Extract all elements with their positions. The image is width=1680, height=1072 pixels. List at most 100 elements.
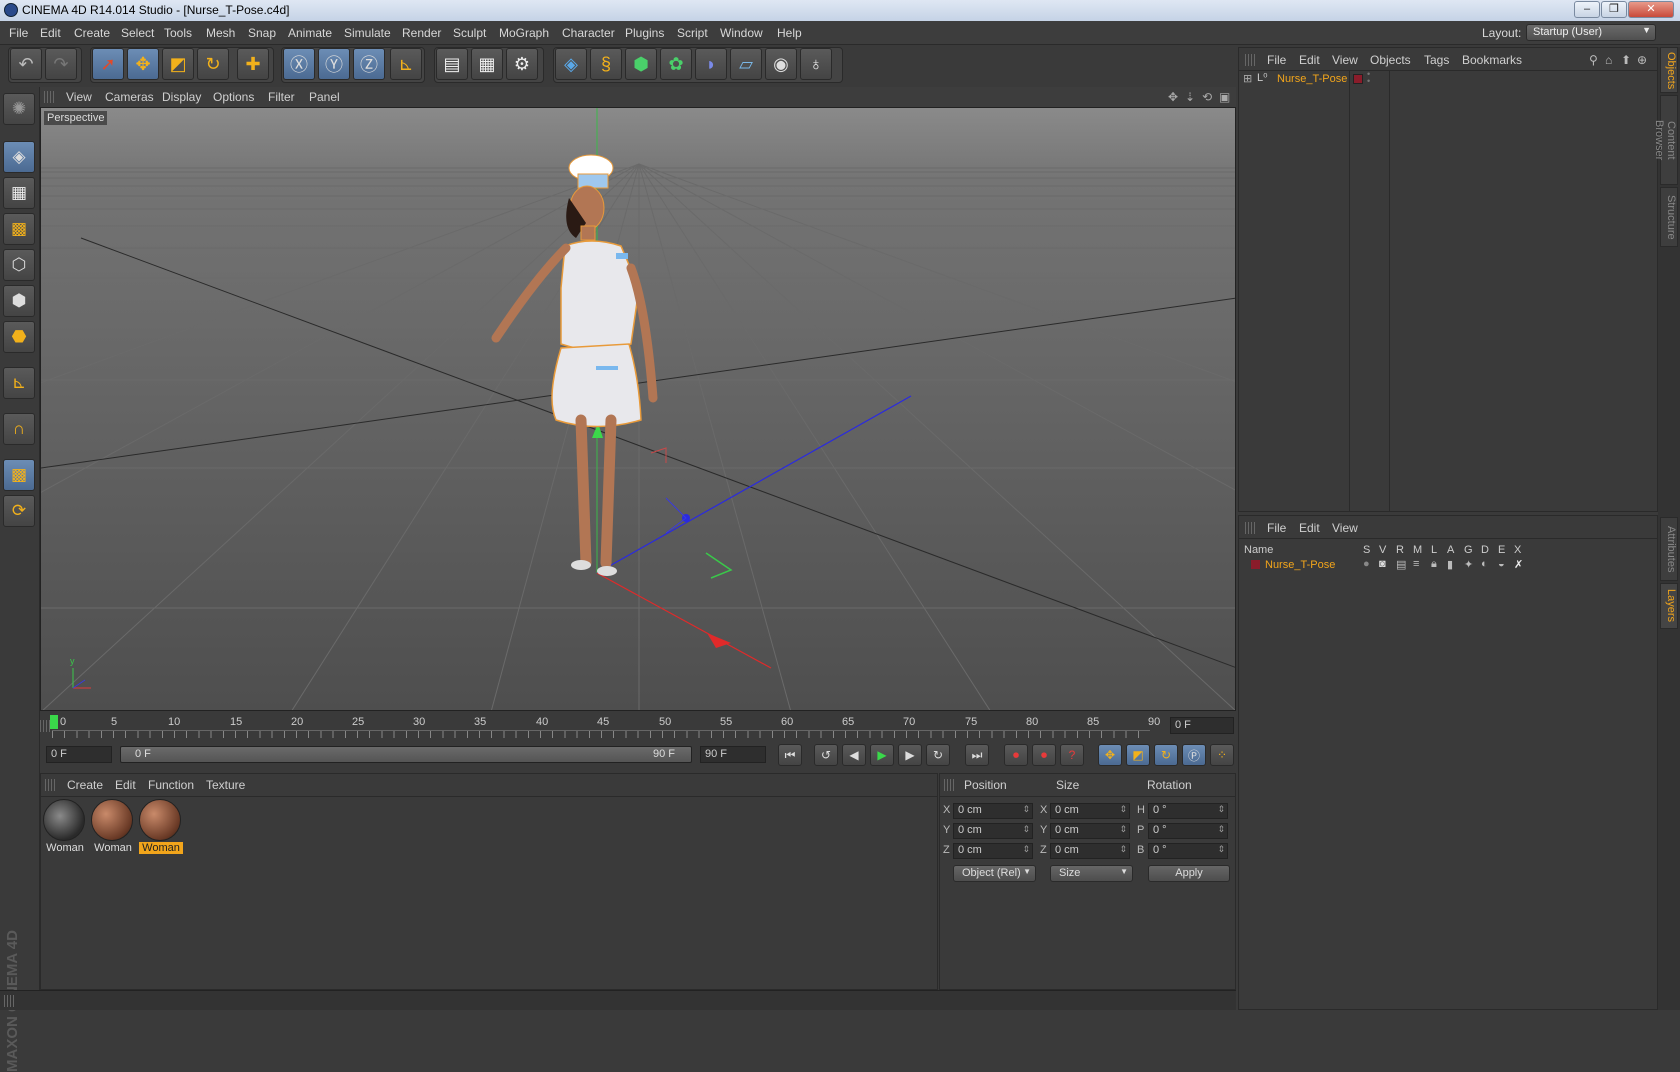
- column-name[interactable]: Name: [1244, 544, 1273, 556]
- workplane-button[interactable]: ▩: [3, 213, 35, 245]
- go-to-end-button[interactable]: ⏭: [965, 744, 989, 766]
- spinner-icon[interactable]: ⇕: [1022, 844, 1030, 855]
- previous-frame-button[interactable]: ◀: [842, 744, 866, 766]
- object-menu-bookmarks[interactable]: Bookmarks: [1462, 53, 1522, 67]
- keyframe-selection-button[interactable]: ?: [1060, 744, 1084, 766]
- size-mode-dropdown[interactable]: Size ▼: [1050, 865, 1133, 882]
- layer-row[interactable]: Nurse_T-Pose ● ◙ ▤ ≡ 🔒︎ ▮ ✦ ◐ ◒ ✗: [1239, 558, 1659, 574]
- recent-tool-button[interactable]: ✚: [237, 48, 269, 80]
- column-locked[interactable]: L: [1431, 544, 1437, 556]
- go-to-start-button[interactable]: ⏮: [778, 744, 802, 766]
- object-menu-edit[interactable]: Edit: [1299, 53, 1320, 67]
- deformer-toggle-icon[interactable]: ◐: [1481, 558, 1488, 570]
- preview-range-slider[interactable]: 0 F 90 F: [120, 746, 692, 763]
- viewport-move-icon[interactable]: ✥: [1168, 90, 1178, 104]
- layout-dropdown[interactable]: Startup (User) ▼: [1526, 24, 1656, 41]
- key-position-button[interactable]: ✥: [1098, 744, 1122, 766]
- material-menu-texture[interactable]: Texture: [206, 778, 245, 792]
- layer-color-swatch[interactable]: [1251, 560, 1260, 569]
- spinner-icon[interactable]: ⇕: [1217, 824, 1225, 835]
- viewport-menu-panel[interactable]: Panel: [309, 90, 340, 104]
- object-menu-view[interactable]: View: [1332, 53, 1358, 67]
- material-swatch[interactable]: Woman: [43, 799, 87, 857]
- search-icon[interactable]: ⚲: [1589, 53, 1598, 67]
- manager-toggle-icon[interactable]: ≡: [1413, 558, 1419, 570]
- column-manager[interactable]: M: [1413, 544, 1422, 556]
- next-frame-button[interactable]: ▶: [898, 744, 922, 766]
- timeline-ruler[interactable]: 0 5 10 15 20 25 30 35 40 45 50 55 60 65 …: [40, 712, 1236, 740]
- viewport-dolly-icon[interactable]: ⇣: [1185, 90, 1195, 104]
- menu-snap[interactable]: Snap: [248, 26, 276, 40]
- generator-toggle-icon[interactable]: ✦: [1464, 558, 1473, 571]
- rotation-b-field[interactable]: 0 ° ⇕: [1148, 843, 1228, 859]
- spline-button[interactable]: §: [590, 48, 622, 80]
- previous-key-button[interactable]: ↺: [814, 744, 838, 766]
- tab-objects[interactable]: Objects: [1660, 47, 1678, 93]
- visibility-dots-icon[interactable]: • •: [1367, 70, 1370, 86]
- points-mode-button[interactable]: ⬡: [3, 249, 35, 281]
- light-button[interactable]: ♁: [800, 48, 832, 80]
- spinner-icon[interactable]: ⇕: [1119, 844, 1127, 855]
- material-swatch[interactable]: Woman: [91, 799, 135, 857]
- start-frame-field[interactable]: 0 F: [46, 746, 112, 763]
- array-button[interactable]: ✿: [660, 48, 692, 80]
- spinner-icon[interactable]: ⇕: [1119, 824, 1127, 835]
- column-deformers[interactable]: D: [1481, 544, 1489, 556]
- menu-sculpt[interactable]: Sculpt: [453, 26, 486, 40]
- column-animation[interactable]: A: [1447, 544, 1454, 556]
- menu-character[interactable]: Character: [562, 26, 615, 40]
- viewport-menu-view[interactable]: View: [66, 90, 92, 104]
- view-toggle-icon[interactable]: ◙: [1379, 558, 1386, 570]
- menu-window[interactable]: Window: [720, 26, 763, 40]
- record-keys-button[interactable]: ⏺: [1004, 744, 1028, 766]
- minimize-button[interactable]: ‒: [1574, 1, 1600, 18]
- maximize-button[interactable]: ❐: [1601, 1, 1627, 18]
- menu-mograph[interactable]: MoGraph: [499, 26, 549, 40]
- layer-menu-file[interactable]: File: [1267, 521, 1286, 535]
- rotation-p-field[interactable]: 0 ° ⇕: [1148, 823, 1228, 839]
- menu-plugins[interactable]: Plugins: [625, 26, 664, 40]
- column-expressions[interactable]: E: [1498, 544, 1505, 556]
- coordinate-system-button[interactable]: ⊾: [390, 48, 422, 80]
- object-menu-tags[interactable]: Tags: [1424, 53, 1449, 67]
- apply-button[interactable]: Apply: [1148, 865, 1230, 882]
- spinner-icon[interactable]: ⇕: [1022, 824, 1030, 835]
- tab-content-browser[interactable]: Content Browser: [1653, 95, 1678, 185]
- viewport-menu-cameras[interactable]: Cameras: [105, 90, 154, 104]
- next-key-button[interactable]: ↻: [926, 744, 950, 766]
- spinner-icon[interactable]: ⇕: [1217, 844, 1225, 855]
- model-mode-button[interactable]: ◈: [3, 141, 35, 173]
- axis-mode-button[interactable]: ⊾: [3, 367, 35, 399]
- material-menu-create[interactable]: Create: [67, 778, 103, 792]
- cube-primitive-button[interactable]: ◈: [555, 48, 587, 80]
- size-x-field[interactable]: 0 cm ⇕: [1050, 803, 1130, 819]
- object-row[interactable]: ⊞ L⁰ Nurse_T-Pose • •: [1239, 70, 1659, 88]
- spinner-icon[interactable]: ⇕: [1217, 804, 1225, 815]
- spinner-icon[interactable]: ⇕: [1119, 804, 1127, 815]
- floor-button[interactable]: ▱: [730, 48, 762, 80]
- undo-button[interactable]: ↶: [10, 48, 42, 80]
- lock-toggle-icon[interactable]: 🔒︎: [1431, 558, 1437, 571]
- workplane-lock-button[interactable]: ▩: [3, 459, 35, 491]
- material-menu-function[interactable]: Function: [148, 778, 194, 792]
- menu-mesh[interactable]: Mesh: [206, 26, 235, 40]
- tab-layers[interactable]: Layers: [1660, 583, 1678, 629]
- home-icon[interactable]: ⌂: [1605, 53, 1612, 67]
- tab-structure[interactable]: Structure: [1660, 187, 1678, 247]
- menu-render[interactable]: Render: [402, 26, 441, 40]
- make-editable-button[interactable]: ✺: [3, 93, 35, 125]
- viewport-menu-options[interactable]: Options: [213, 90, 254, 104]
- menu-file[interactable]: File: [9, 26, 28, 40]
- panel-grip[interactable]: [44, 91, 54, 103]
- viewport-maximize-icon[interactable]: ▣: [1219, 90, 1230, 104]
- up-arrow-icon[interactable]: ⬆: [1621, 53, 1631, 67]
- position-x-field[interactable]: 0 cm ⇕: [953, 803, 1033, 819]
- animation-toggle-icon[interactable]: ▮: [1447, 558, 1453, 571]
- menu-tools[interactable]: Tools: [164, 26, 192, 40]
- object-menu-file[interactable]: File: [1267, 53, 1286, 67]
- render-view-button[interactable]: ▤: [436, 48, 468, 80]
- size-z-field[interactable]: 0 cm ⇕: [1050, 843, 1130, 859]
- column-render[interactable]: R: [1396, 544, 1404, 556]
- deformer-button[interactable]: ◗: [695, 48, 727, 80]
- render-settings-button[interactable]: ⚙: [506, 48, 538, 80]
